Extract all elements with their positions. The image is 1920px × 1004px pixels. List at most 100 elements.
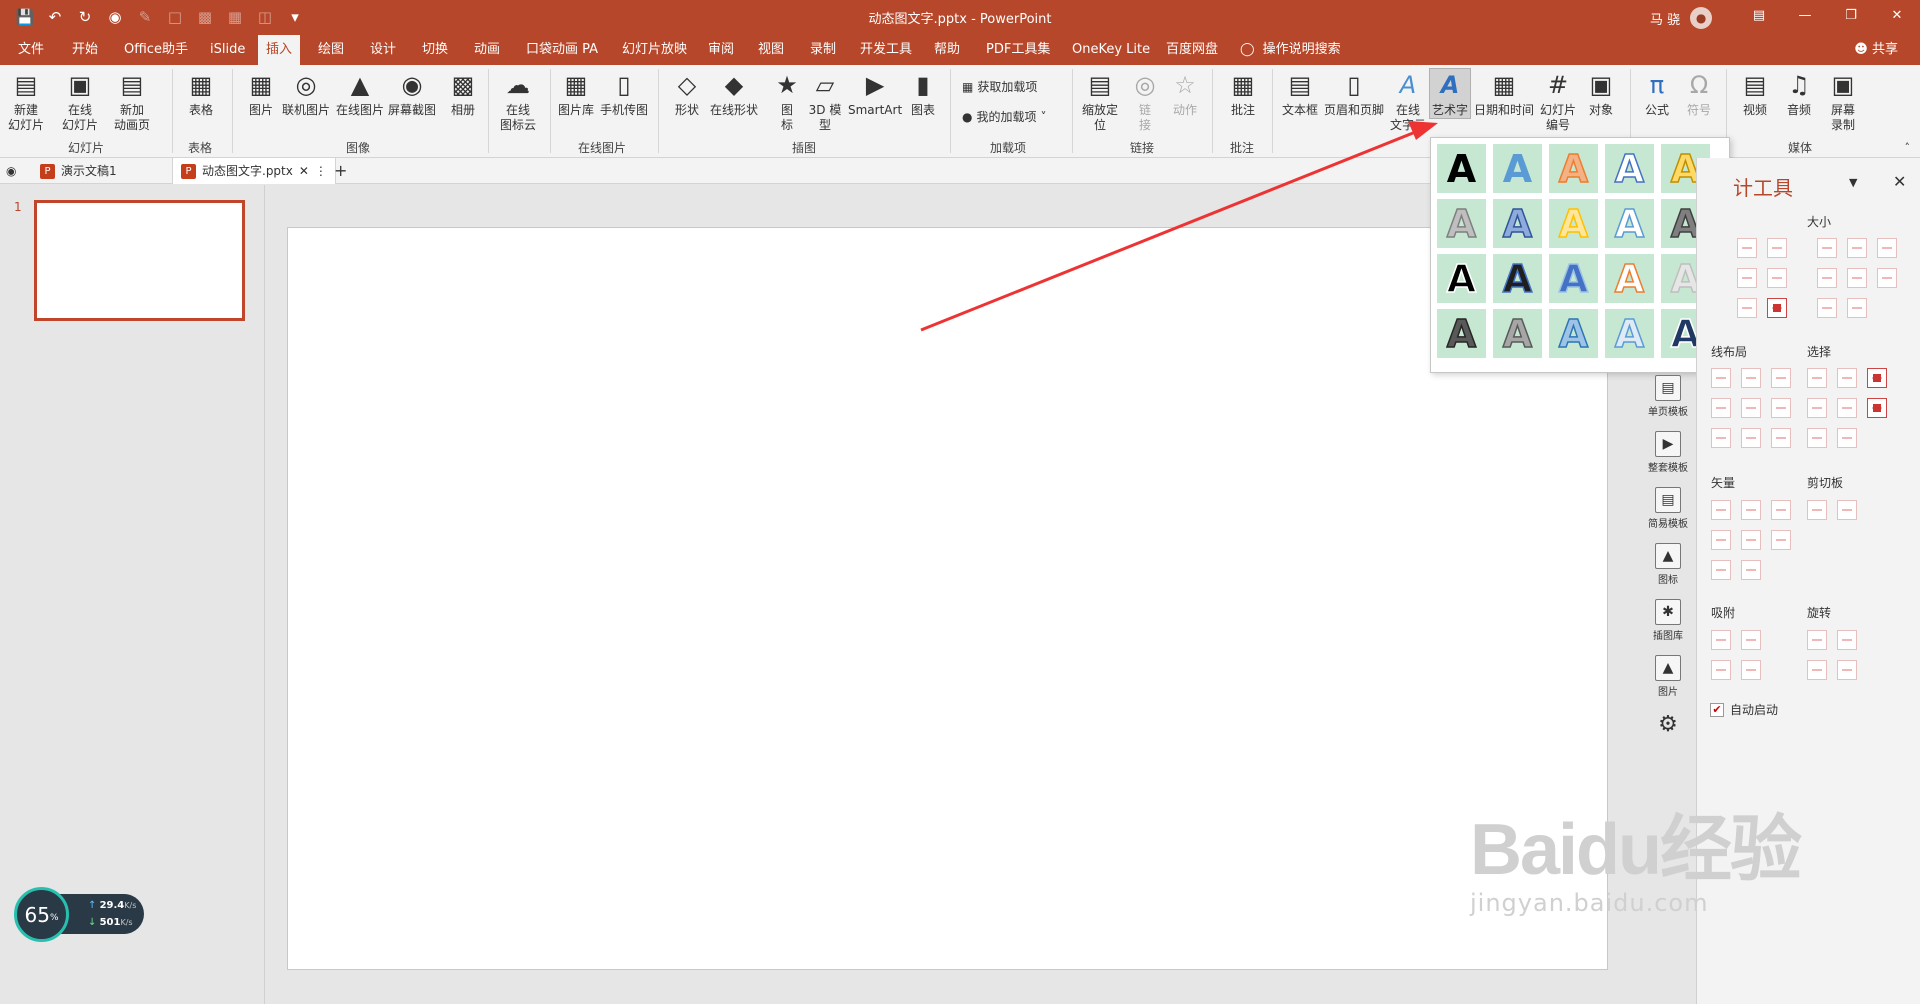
online-shapes-button[interactable]: ◆ 在线形状 xyxy=(710,69,758,118)
tab-insert[interactable]: 插入 xyxy=(258,35,301,65)
snap-left-button[interactable] xyxy=(1711,630,1731,650)
screen-record-button[interactable]: ▣ 屏幕 录制 xyxy=(1826,69,1860,133)
clipboard-copy-button[interactable] xyxy=(1807,500,1827,520)
tab-file[interactable]: 文件 xyxy=(10,35,52,65)
size-height-button[interactable] xyxy=(1847,238,1867,258)
wordart-style-2[interactable]: A xyxy=(1493,144,1542,193)
size-swap-button[interactable] xyxy=(1817,298,1837,318)
settings-icon[interactable]: ⚙ xyxy=(1640,712,1696,737)
align-icon[interactable]: ▦ xyxy=(222,6,248,28)
wordart-button[interactable]: A 艺术字 xyxy=(1429,68,1471,119)
new-animation-page-button[interactable]: ▤ 新加 动画页 xyxy=(114,69,150,133)
header-footer-button[interactable]: ▯ 页眉和页脚 xyxy=(1324,69,1384,118)
equation-button[interactable]: π 公式 xyxy=(1640,69,1674,118)
vector-text-button[interactable] xyxy=(1711,560,1731,580)
wordart-style-7[interactable]: A xyxy=(1493,199,1542,248)
layout-center-button[interactable] xyxy=(1741,368,1761,388)
3d-model-button[interactable]: ▱ 3D 模 型 xyxy=(808,69,842,133)
date-time-button[interactable]: ▦ 日期和时间 xyxy=(1474,69,1534,118)
symbol-button[interactable]: Ω 符号 xyxy=(1682,69,1716,118)
picture-button[interactable]: ▦ 图片 xyxy=(244,69,278,118)
shapes-button[interactable]: ◇ 形状 xyxy=(670,69,704,118)
flip-horizontal-button[interactable] xyxy=(1837,660,1857,680)
magic-wand-button[interactable] xyxy=(1867,368,1887,388)
online-slide-button[interactable]: ▣ 在线 幻灯片 xyxy=(62,69,98,133)
grid-align-button[interactable] xyxy=(1767,298,1787,318)
chart-button[interactable]: ▮ 图表 xyxy=(906,69,940,118)
layout-up-button[interactable] xyxy=(1711,398,1731,418)
wordart-style-18[interactable]: A xyxy=(1549,309,1598,358)
select-invert-button[interactable] xyxy=(1837,428,1857,448)
close-icon[interactable]: ✕ xyxy=(1874,0,1920,30)
picture-library-side-button[interactable]: ▲ 图片 xyxy=(1640,655,1696,698)
phone-transfer-button[interactable]: ▯ 手机传图 xyxy=(600,69,648,118)
layout-vspace-button[interactable] xyxy=(1741,428,1761,448)
format-painter-icon[interactable]: ✎ xyxy=(132,6,158,28)
full-template-button[interactable]: ▶ 整套模板 xyxy=(1640,431,1696,474)
slide-number-button[interactable]: # 幻灯片 编号 xyxy=(1540,69,1576,133)
tab-help[interactable]: 帮助 xyxy=(926,35,968,65)
get-addins-button[interactable]: ▦ 获取加载项 xyxy=(962,78,1037,95)
vector-union-button[interactable] xyxy=(1711,500,1731,520)
new-tab-icon[interactable]: + xyxy=(334,158,347,184)
tab-onekey[interactable]: OneKey Lite xyxy=(1064,35,1158,65)
wordart-style-17[interactable]: A xyxy=(1493,309,1542,358)
clipboard-paste-button[interactable] xyxy=(1837,500,1857,520)
network-speed-widget[interactable]: ↑ 29.4K/s ↓ 501K/s 65% xyxy=(14,887,144,942)
layout-mid-button[interactable] xyxy=(1741,398,1761,418)
online-picture-button[interactable]: ◎ 联机图片 xyxy=(282,69,330,118)
tab-developer[interactable]: 开发工具 xyxy=(852,35,920,65)
tab-review[interactable]: 审阅 xyxy=(700,35,742,65)
illustration-library-button[interactable]: ✱ 插图库 xyxy=(1640,599,1696,642)
tab-animations[interactable]: 动画 xyxy=(466,35,508,65)
comment-button[interactable]: ▦ 批注 xyxy=(1226,69,1260,118)
close-tab-icon[interactable]: ✕ xyxy=(299,158,309,184)
select-same-button[interactable] xyxy=(1807,368,1827,388)
collapse-ribbon-icon[interactable]: ˄ xyxy=(1905,141,1911,154)
tab-view[interactable]: 视图 xyxy=(750,35,792,65)
action-button[interactable]: ☆ 动作 xyxy=(1168,69,1202,118)
size-same-button[interactable] xyxy=(1877,238,1897,258)
undo-icon[interactable]: ↶ xyxy=(42,6,68,28)
repeat-icon[interactable]: ↻ xyxy=(72,6,98,28)
tab-record[interactable]: 录制 xyxy=(802,35,844,65)
auto-start-checkbox[interactable]: ✔ 自动启动 xyxy=(1710,701,1778,718)
single-template-button[interactable]: ▤ 单页模板 xyxy=(1640,375,1696,418)
select-pointer-button[interactable] xyxy=(1867,398,1887,418)
size-width-button[interactable] xyxy=(1817,238,1837,258)
doc-tab-presentation1[interactable]: P 演示文稿1 xyxy=(32,158,125,184)
share-button[interactable]: ☻ 共享 xyxy=(1854,35,1898,65)
align-middle-button[interactable] xyxy=(1767,238,1787,258)
save-icon[interactable]: 💾 xyxy=(12,6,38,28)
wordart-style-11[interactable]: A xyxy=(1437,254,1486,303)
snap-top-button[interactable] xyxy=(1711,660,1731,680)
tab-design[interactable]: 设计 xyxy=(362,35,404,65)
slide-canvas[interactable] xyxy=(287,227,1608,970)
tell-me-box[interactable]: ◯ 操作说明搜索 xyxy=(1240,35,1341,65)
snap-bottom-button[interactable] xyxy=(1741,660,1761,680)
wordart-style-6[interactable]: A xyxy=(1437,199,1486,248)
user-account[interactable]: 马 骁 ● xyxy=(1650,7,1713,29)
rotate-right-button[interactable] xyxy=(1837,630,1857,650)
tab-transitions[interactable]: 切换 xyxy=(414,35,456,65)
layout-down-button[interactable] xyxy=(1771,398,1791,418)
vector-subtract-button[interactable] xyxy=(1741,530,1761,550)
preview-icon[interactable]: ◉ xyxy=(102,6,128,28)
select-fill-button[interactable] xyxy=(1807,398,1827,418)
link-button[interactable]: ◎ 链 接 xyxy=(1128,69,1162,133)
textbox-button[interactable]: ▤ 文本框 xyxy=(1282,69,1318,118)
align-center-button[interactable] xyxy=(1767,268,1787,288)
wordart-style-13[interactable]: A xyxy=(1549,254,1598,303)
minimize-icon[interactable]: — xyxy=(1782,0,1828,30)
layout-right-button[interactable] xyxy=(1771,368,1791,388)
rotate-left-button[interactable] xyxy=(1807,630,1827,650)
tab-pocket-animation[interactable]: 口袋动画 PA xyxy=(518,35,606,65)
distribute-icon[interactable]: ◫ xyxy=(252,6,278,28)
wordart-style-3[interactable]: A xyxy=(1549,144,1598,193)
tab-slideshow[interactable]: 幻灯片放映 xyxy=(614,35,695,65)
layout-grid-button[interactable] xyxy=(1771,428,1791,448)
tab-baidu-netdisk[interactable]: 百度网盘 xyxy=(1158,35,1226,65)
tab-pdf-tools[interactable]: PDF工具集 xyxy=(978,35,1058,65)
icon-library-button[interactable]: ▲ 图标 xyxy=(1640,543,1696,586)
simple-template-button[interactable]: ▤ 简易模板 xyxy=(1640,487,1696,530)
